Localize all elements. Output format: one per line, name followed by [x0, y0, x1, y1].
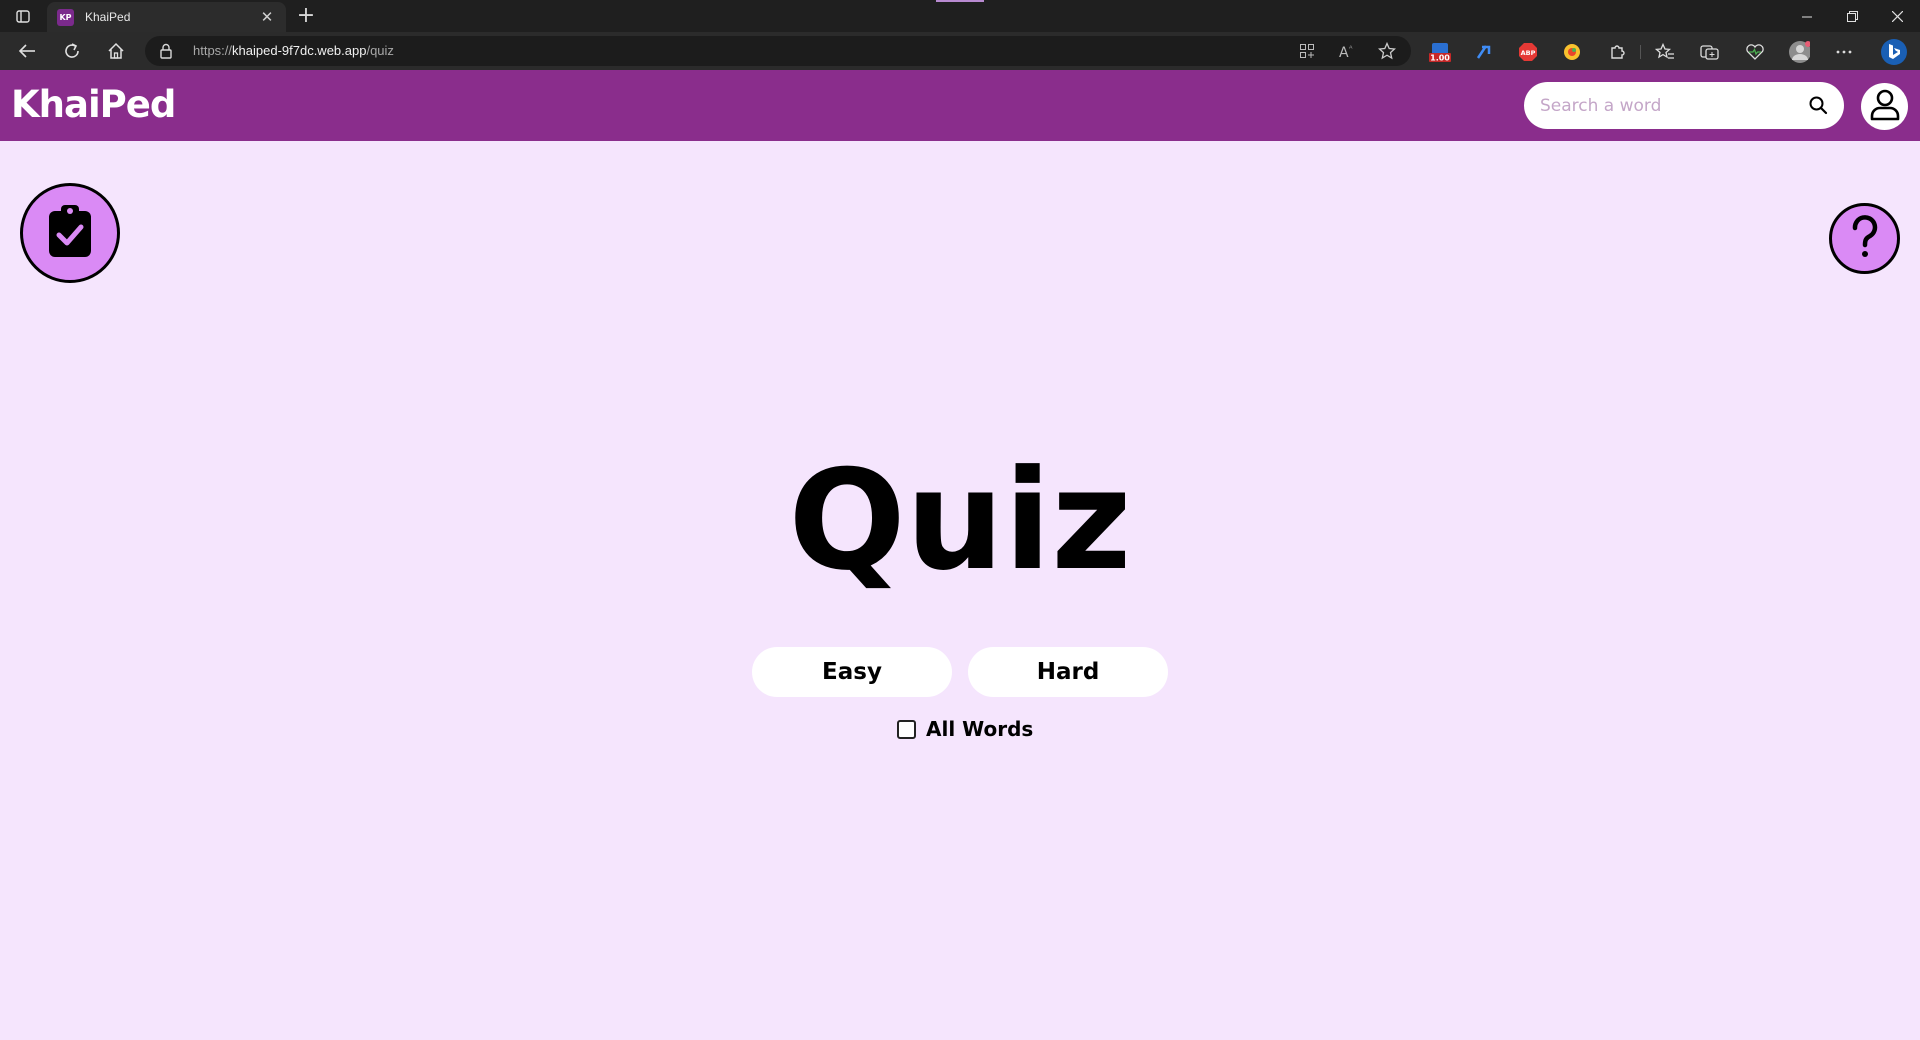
url-text[interactable]: https://khaiped-9f7dc.web.app/quiz — [193, 43, 394, 58]
refresh-icon[interactable] — [59, 39, 85, 63]
browser-tab-bar: KP KhaiPed ✕ + — [0, 0, 1920, 32]
url-host: khaiped-9f7dc.web.app — [232, 43, 367, 58]
search-box — [1524, 82, 1844, 129]
browser-tab[interactable]: KP KhaiPed ✕ — [47, 2, 286, 32]
app-logo[interactable]: KhaiPed — [11, 83, 176, 126]
help-button[interactable] — [1829, 203, 1900, 274]
read-aloud-icon[interactable]: Aᴬ — [1337, 42, 1357, 60]
all-words-option[interactable]: All Words — [897, 717, 1033, 741]
restore-icon[interactable] — [1830, 0, 1875, 32]
app-available-icon[interactable] — [1297, 42, 1317, 60]
adblock-label: ABP — [1521, 49, 1536, 57]
clipboard-check-icon — [47, 203, 93, 263]
adblock-icon[interactable]: ABP — [1517, 41, 1539, 63]
more-options-icon[interactable] — [1833, 41, 1855, 63]
favorites-icon[interactable] — [1654, 41, 1676, 63]
url-scheme: https:// — [193, 43, 233, 58]
app-header: KhaiPed — [0, 70, 1920, 141]
clipboard-check-button[interactable] — [20, 183, 120, 283]
tab-title: KhaiPed — [85, 10, 131, 24]
hard-button[interactable]: Hard — [968, 647, 1168, 697]
profile-avatar[interactable] — [1788, 41, 1810, 63]
url-path: /quiz — [366, 43, 394, 58]
window-controls — [1785, 0, 1920, 32]
easy-button[interactable]: Easy — [752, 647, 952, 697]
extension-arrow-icon[interactable] — [1473, 41, 1495, 63]
extensions-puzzle-icon[interactable] — [1606, 41, 1628, 63]
all-words-checkbox[interactable] — [897, 719, 916, 739]
extension-badge: 1.00 — [1430, 54, 1450, 63]
favorite-star-icon[interactable] — [1377, 42, 1397, 60]
tab-actions-icon[interactable] — [12, 6, 34, 26]
bing-chat-icon[interactable] — [1880, 38, 1908, 66]
collections-icon[interactable] — [1699, 41, 1721, 63]
back-icon[interactable] — [14, 39, 40, 63]
close-window-icon[interactable] — [1875, 0, 1920, 32]
new-tab-icon[interactable]: + — [294, 4, 318, 28]
toolbar-separator — [1640, 45, 1641, 59]
svg-text:ᴬ: ᴬ — [1349, 44, 1353, 53]
search-icon[interactable] — [1808, 95, 1828, 119]
all-words-label[interactable]: All Words — [926, 717, 1033, 741]
svg-text:A: A — [1339, 45, 1349, 59]
search-input[interactable] — [1540, 82, 1800, 129]
home-icon[interactable] — [103, 39, 129, 63]
extension-color-icon[interactable] — [1561, 41, 1583, 63]
address-bar[interactable]: https://khaiped-9f7dc.web.app/quiz Aᴬ — [145, 36, 1411, 66]
browser-essentials-icon[interactable] — [1744, 41, 1766, 63]
browser-toolbar: https://khaiped-9f7dc.web.app/quiz Aᴬ 1.… — [0, 32, 1920, 70]
lock-icon[interactable] — [159, 43, 173, 63]
question-mark-icon — [1850, 214, 1880, 263]
tab-favicon: KP — [57, 8, 74, 26]
minimize-icon[interactable] — [1785, 0, 1830, 32]
user-icon — [1870, 89, 1900, 125]
window-drag-indicator — [936, 0, 984, 2]
user-account-button[interactable] — [1861, 83, 1908, 130]
extension-speed-icon[interactable]: 1.00 — [1429, 41, 1451, 63]
tab-close-icon[interactable]: ✕ — [258, 8, 276, 26]
page-title: Quiz — [788, 440, 1132, 601]
